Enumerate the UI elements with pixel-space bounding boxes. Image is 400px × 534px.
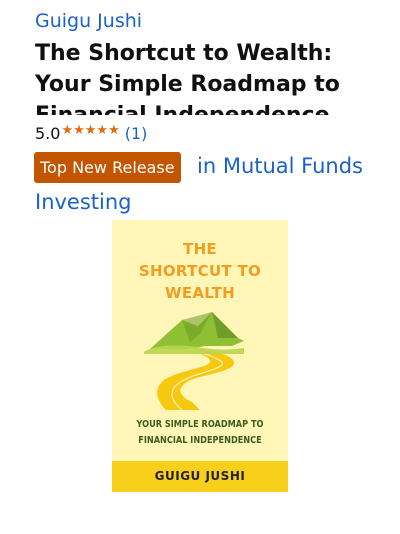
cover-subtitle-line: YOUR SIMPLE ROADMAP TO: [136, 419, 264, 430]
mountain-road-illustration: [144, 312, 244, 410]
cover-title: THE SHORTCUT TO WEALTH: [112, 238, 288, 304]
star-icon: ★: [73, 123, 85, 138]
star-icon: ★: [96, 123, 109, 138]
product-title: The Shortcut to Wealth: Your Simple Road…: [35, 41, 340, 115]
cover-title-line: SHORTCUT TO: [138, 262, 262, 280]
rating-count-link[interactable]: (1): [125, 124, 148, 143]
star-icon: ★: [84, 123, 97, 138]
cover-subtitle: YOUR SIMPLE ROADMAP TO FINANCIAL INDEPEN…: [124, 417, 275, 449]
cover-author: GUIGU JUSHI: [154, 469, 246, 483]
star-icon: ★: [61, 123, 74, 138]
title-container: The Shortcut to Wealth: Your Simple Road…: [35, 38, 375, 115]
rating-value: 5.0: [35, 124, 61, 143]
cover-subtitle-line: FINANCIAL INDEPENDENCE: [138, 435, 262, 446]
rating-row: 5.0 ★ ★ ★ ★ ★ (1): [35, 124, 147, 143]
category-link-continued[interactable]: Investing: [35, 190, 132, 214]
top-new-release-badge[interactable]: Top New Release: [34, 152, 181, 183]
category-link[interactable]: in Mutual Funds: [197, 154, 363, 178]
author-link[interactable]: Guigu Jushi: [35, 10, 142, 32]
cover-title-line: WEALTH: [164, 284, 236, 302]
book-cover-image[interactable]: THE SHORTCUT TO WEALTH YOUR SIMPLE ROADM…: [112, 220, 288, 492]
star-icon: ★: [108, 123, 120, 138]
star-rating[interactable]: ★ ★ ★ ★ ★: [61, 124, 119, 137]
cover-title-line: THE: [183, 240, 217, 258]
